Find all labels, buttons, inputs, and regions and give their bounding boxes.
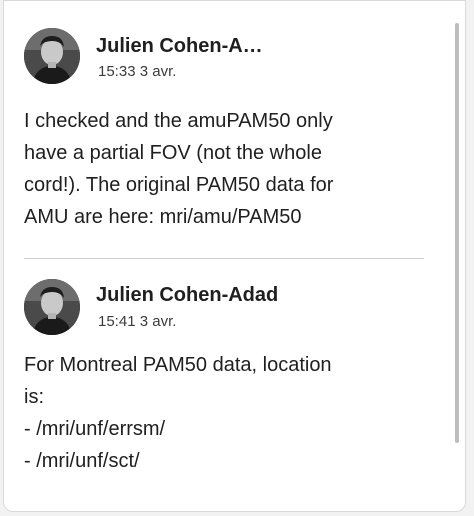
message-date: 3 avr. bbox=[139, 63, 177, 80]
message-timestamp: 15:41 3 avr. bbox=[98, 313, 176, 330]
message-time: 15:41 bbox=[98, 313, 136, 330]
message-line: - /mri/unf/sct/ bbox=[24, 450, 140, 472]
avatar[interactable] bbox=[24, 279, 80, 335]
message-line: For Montreal PAM50 data, location bbox=[24, 354, 332, 376]
message-time: 15:33 bbox=[98, 63, 136, 80]
chat-thread-panel: Julien Cohen-A… 15:33 3 avr. I checked a… bbox=[3, 0, 466, 512]
message-date: 3 avr. bbox=[139, 313, 177, 330]
avatar-photo-icon bbox=[24, 279, 80, 335]
message-line: have a partial FOV (not the whole bbox=[24, 142, 322, 164]
message-body: For Montreal PAM50 data, location is: - … bbox=[24, 349, 429, 477]
message-line: cord!). The original PAM50 data for bbox=[24, 174, 334, 196]
message-line: is: bbox=[24, 386, 44, 408]
avatar-photo-icon bbox=[24, 28, 80, 84]
message-author[interactable]: Julien Cohen-Adad bbox=[96, 284, 278, 307]
message-body: I checked and the amuPAM50 only have a p… bbox=[24, 105, 429, 233]
message-divider bbox=[24, 258, 424, 259]
message-line: - /mri/unf/errsm/ bbox=[24, 418, 166, 440]
message-timestamp: 15:33 3 avr. bbox=[98, 63, 176, 80]
message-author[interactable]: Julien Cohen-A… bbox=[96, 35, 263, 58]
message-line: AMU are here: mri/amu/PAM50 bbox=[24, 206, 302, 228]
scrollbar[interactable] bbox=[455, 23, 459, 443]
message-line: I checked and the amuPAM50 only bbox=[24, 110, 333, 132]
avatar[interactable] bbox=[24, 28, 80, 84]
